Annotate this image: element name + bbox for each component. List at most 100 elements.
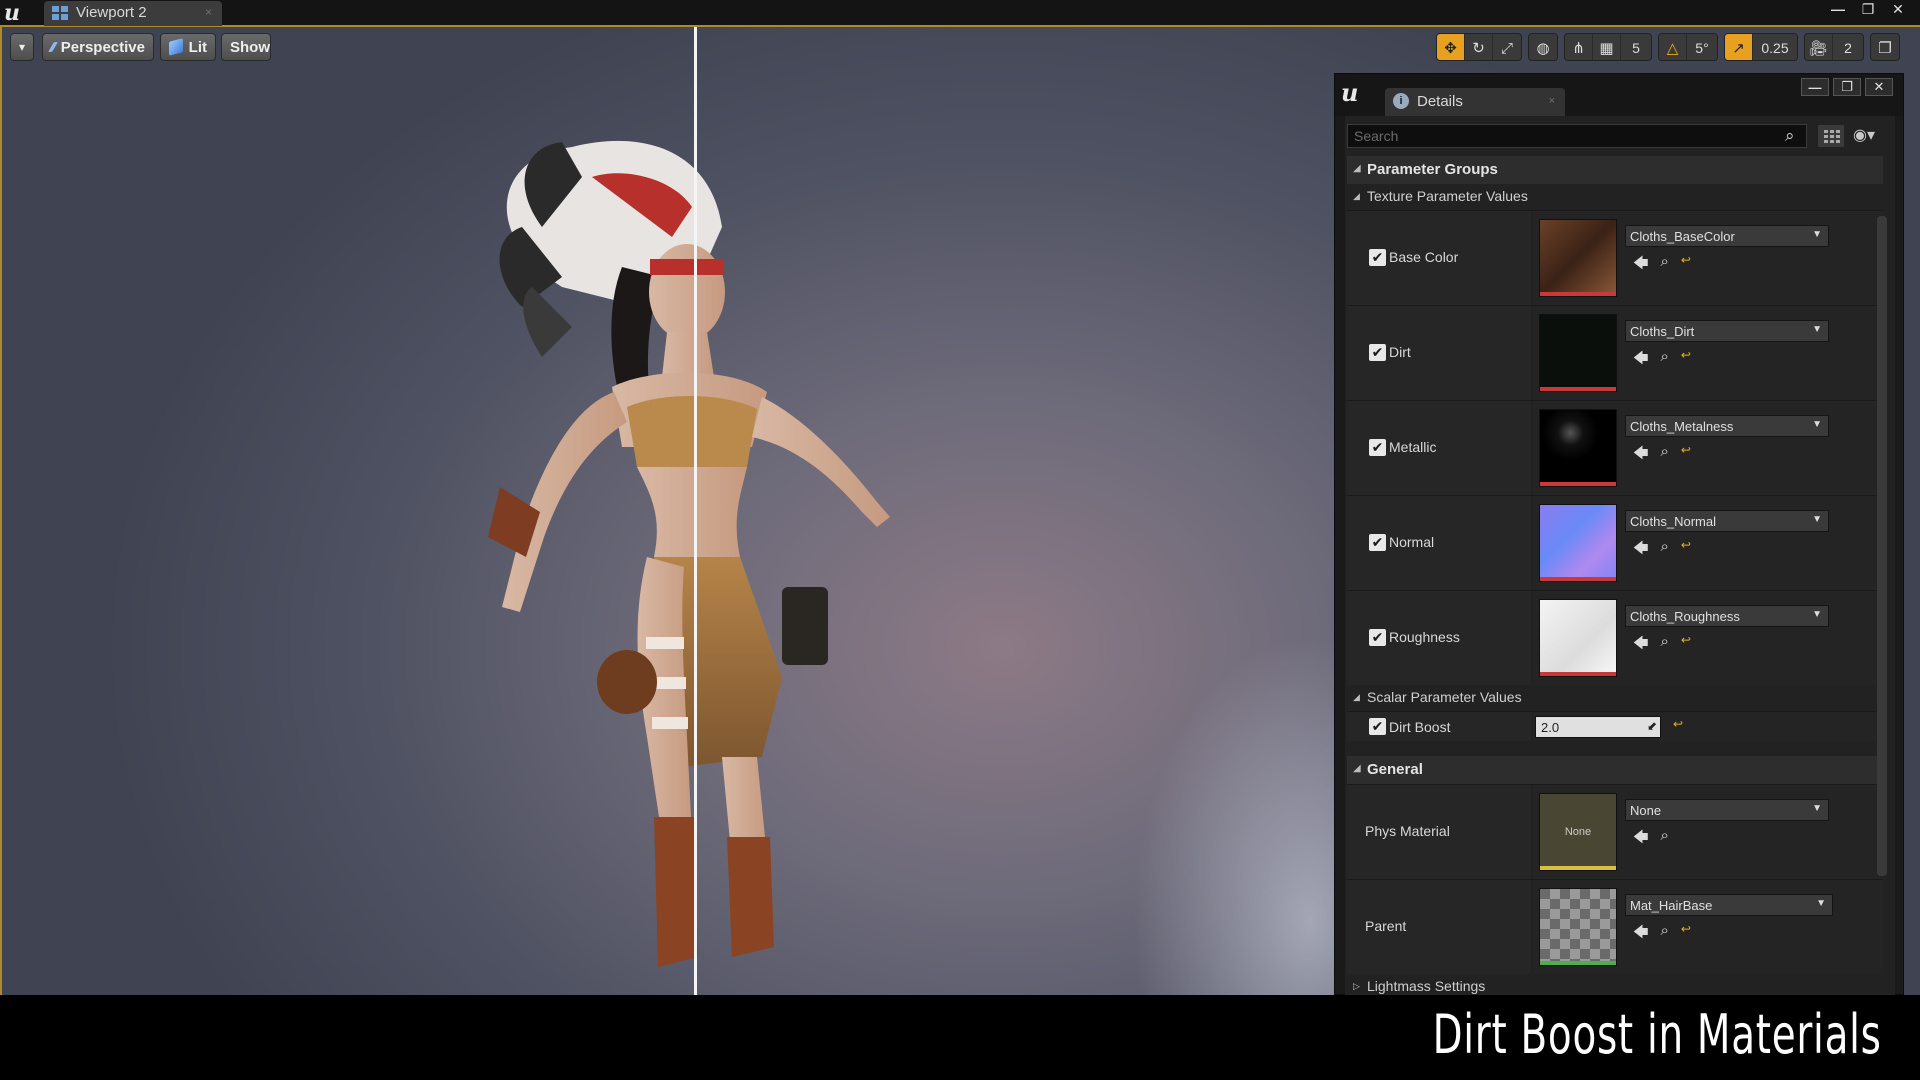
browse-search-icon[interactable]: ⌕	[1661, 348, 1669, 373]
show-button[interactable]: Show	[221, 33, 271, 61]
unreal-logo-icon: u	[1341, 78, 1359, 107]
category-parameter-groups[interactable]: Parameter Groups	[1347, 156, 1883, 184]
chevron-down-icon: ▼	[1812, 419, 1822, 430]
scale-mode-icon[interactable]: ⤢	[1493, 34, 1521, 60]
use-selected-arrow-icon[interactable]: 🡄	[1633, 538, 1649, 563]
details-header: u i Details × — ❐ ✕	[1335, 74, 1903, 116]
grid-snap-icon[interactable]: ▦	[1593, 34, 1621, 60]
close-button[interactable]: ✕	[1884, 0, 1912, 18]
grid-snap-value[interactable]: 5	[1621, 34, 1651, 60]
perspective-icon	[48, 42, 58, 52]
camera-speed-group: 🎥︎ 2	[1804, 33, 1864, 61]
restore-button[interactable]: ❐	[1833, 78, 1861, 96]
phys-material-thumbnail[interactable]: None	[1539, 793, 1617, 871]
use-selected-arrow-icon[interactable]: 🡄	[1633, 253, 1649, 278]
caption-text: Dirt Boost in Materials	[1432, 1003, 1882, 1066]
dirt-checkbox[interactable]: ✔	[1369, 344, 1386, 361]
texture-thumbnail[interactable]	[1539, 409, 1617, 487]
phys-material-row: Phys Material None None ▼ 🡄 ⌕	[1347, 784, 1883, 879]
minimize-button[interactable]: —	[1824, 0, 1852, 18]
texture-thumbnail[interactable]	[1539, 314, 1617, 392]
scalar-param-row: ✔ Dirt Boost 2.0 ⬋ ↩	[1347, 711, 1883, 741]
browse-search-icon[interactable]: ⌕	[1661, 538, 1669, 563]
close-button[interactable]: ✕	[1865, 78, 1893, 96]
asset-picker[interactable]: Cloths_Normal ▼	[1625, 510, 1829, 532]
texture-thumbnail[interactable]	[1539, 219, 1617, 297]
chevron-down-icon: ▾	[18, 40, 26, 54]
details-body: ⌕ ◉▾ Parameter Groups Texture Parameter …	[1345, 116, 1895, 996]
browse-search-icon[interactable]: ⌕	[1661, 633, 1669, 658]
reset-to-default-icon[interactable]: ↩	[1681, 538, 1691, 563]
normal-checkbox[interactable]: ✔	[1369, 534, 1386, 551]
use-selected-arrow-icon[interactable]: 🡄	[1633, 922, 1649, 947]
lit-button[interactable]: Lit	[160, 33, 216, 61]
reset-to-default-icon[interactable]: ↩	[1681, 348, 1691, 373]
scale-snap-value[interactable]: 0.25	[1753, 34, 1797, 60]
character-model[interactable]	[422, 117, 982, 995]
asset-picker[interactable]: Cloths_Metalness ▼	[1625, 415, 1829, 437]
asset-picker[interactable]: Mat_HairBase ▼	[1625, 894, 1833, 916]
restore-button[interactable]: ❐	[1854, 0, 1882, 18]
perspective-label: Perspective	[60, 38, 145, 56]
rotate-mode-icon[interactable]: ↻	[1465, 34, 1493, 60]
use-selected-arrow-icon[interactable]: 🡄	[1633, 633, 1649, 658]
subcategory-scalar-parameter-values[interactable]: Scalar Parameter Values	[1347, 685, 1883, 711]
use-selected-arrow-icon[interactable]: 🡄	[1633, 443, 1649, 468]
reset-to-default-icon[interactable]: ↩	[1673, 717, 1683, 731]
reset-to-default-icon[interactable]: ↩	[1681, 443, 1691, 468]
eye-icon[interactable]: ◉▾	[1853, 125, 1875, 145]
camera-speed-icon[interactable]: 🎥︎	[1805, 34, 1833, 60]
minimize-button[interactable]: —	[1801, 78, 1829, 96]
subcategory-texture-parameter-values[interactable]: Texture Parameter Values	[1347, 184, 1883, 210]
tab-close-icon[interactable]: ×	[205, 5, 212, 19]
reset-to-default-icon[interactable]: ↩	[1681, 633, 1691, 658]
metallic-checkbox[interactable]: ✔	[1369, 439, 1386, 456]
tab-viewport-2[interactable]: Viewport 2 ×	[44, 1, 222, 26]
asset-picker[interactable]: Cloths_Roughness ▼	[1625, 605, 1829, 627]
texture-thumbnail[interactable]	[1539, 599, 1617, 677]
rotation-snap-value[interactable]: 5°	[1687, 34, 1717, 60]
property-matrix-icon[interactable]	[1817, 124, 1845, 148]
browse-search-icon[interactable]: ⌕	[1661, 922, 1669, 947]
reset-to-default-icon[interactable]: ↩	[1681, 253, 1691, 278]
parent-material-thumbnail[interactable]	[1539, 888, 1617, 966]
tab-close-icon[interactable]: ×	[1549, 95, 1555, 107]
surface-snap-icon[interactable]: ⋔	[1565, 34, 1593, 60]
details-window-controls: — ❐ ✕	[1799, 78, 1893, 96]
search-icon[interactable]: ⌕	[1785, 126, 1795, 146]
viewport-options-button[interactable]: ▾	[10, 33, 34, 61]
reset-to-default-icon[interactable]: ↩	[1681, 922, 1691, 947]
chevron-down-icon: ▼	[1812, 803, 1822, 814]
browse-search-icon[interactable]: ⌕	[1661, 827, 1669, 852]
browse-search-icon[interactable]: ⌕	[1661, 443, 1669, 468]
comparison-split-line[interactable]	[694, 27, 697, 995]
texture-thumbnail[interactable]	[1539, 504, 1617, 582]
asset-picker[interactable]: Cloths_Dirt ▼	[1625, 320, 1829, 342]
rotation-snap-icon[interactable]: △	[1659, 34, 1687, 60]
asset-picker[interactable]: Cloths_BaseColor ▼	[1625, 225, 1829, 247]
window-controls: — ❐ ✕	[1824, 0, 1912, 18]
translate-mode-icon[interactable]: ✥	[1437, 34, 1465, 60]
category-general[interactable]: General	[1347, 756, 1883, 784]
scale-snap-icon[interactable]: ↗	[1725, 34, 1753, 60]
texture-param-row: ✔ Dirt Cloths_Dirt ▼ 🡄 ⌕ ↩	[1347, 305, 1883, 400]
details-scrollbar[interactable]	[1877, 216, 1887, 876]
camera-speed-value[interactable]: 2	[1833, 34, 1863, 60]
base-color-checkbox[interactable]: ✔	[1369, 249, 1386, 266]
use-selected-arrow-icon[interactable]: 🡄	[1633, 348, 1649, 373]
maximize-viewport-icon[interactable]: ❐	[1871, 34, 1899, 60]
viewport-grid-icon	[52, 6, 68, 20]
dirt-boost-checkbox[interactable]: ✔	[1369, 718, 1386, 735]
roughness-checkbox[interactable]: ✔	[1369, 629, 1386, 646]
dirt-boost-input[interactable]: 2.0 ⬋	[1535, 716, 1661, 738]
search-input[interactable]	[1347, 124, 1807, 148]
perspective-button[interactable]: Perspective	[42, 33, 154, 61]
param-label: Base Color	[1389, 249, 1459, 265]
param-label: Dirt	[1389, 344, 1411, 360]
tab-details[interactable]: i Details ×	[1385, 88, 1565, 116]
world-space-icon[interactable]: ◍	[1529, 34, 1557, 60]
asset-picker[interactable]: None ▼	[1625, 799, 1829, 821]
use-selected-arrow-icon[interactable]: 🡄	[1633, 827, 1649, 852]
scale-snap-group: ↗ 0.25	[1724, 33, 1798, 61]
browse-search-icon[interactable]: ⌕	[1661, 253, 1669, 278]
